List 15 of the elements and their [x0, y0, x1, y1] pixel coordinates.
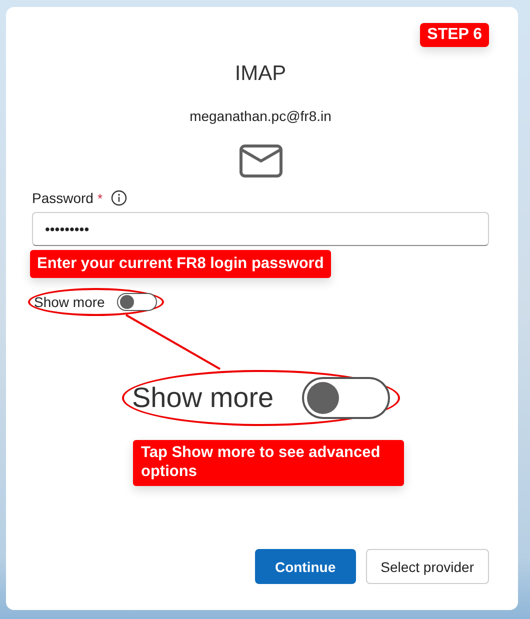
continue-button[interactable]: Continue [254, 549, 356, 584]
toggle-switch[interactable] [116, 293, 157, 311]
provider-button[interactable]: Select provider [366, 549, 489, 584]
account-email: meganathan.pc@fr8.in [190, 108, 332, 124]
info-icon[interactable] [110, 190, 127, 206]
step-badge: STEP 6 [420, 23, 489, 47]
callout-label: Enter your current FR8 login password [30, 250, 331, 278]
field-label: Password [32, 190, 94, 206]
envelope-icon [238, 144, 282, 178]
required-mark: * [97, 190, 103, 206]
callout-label: Tap Show more to see advanced options [133, 440, 404, 486]
toggle-label: Show more [132, 382, 274, 414]
password-field[interactable]: ••••••••• [32, 212, 489, 246]
toggle-label: Show more [34, 294, 105, 310]
dialog-title: IMAP [234, 62, 286, 86]
